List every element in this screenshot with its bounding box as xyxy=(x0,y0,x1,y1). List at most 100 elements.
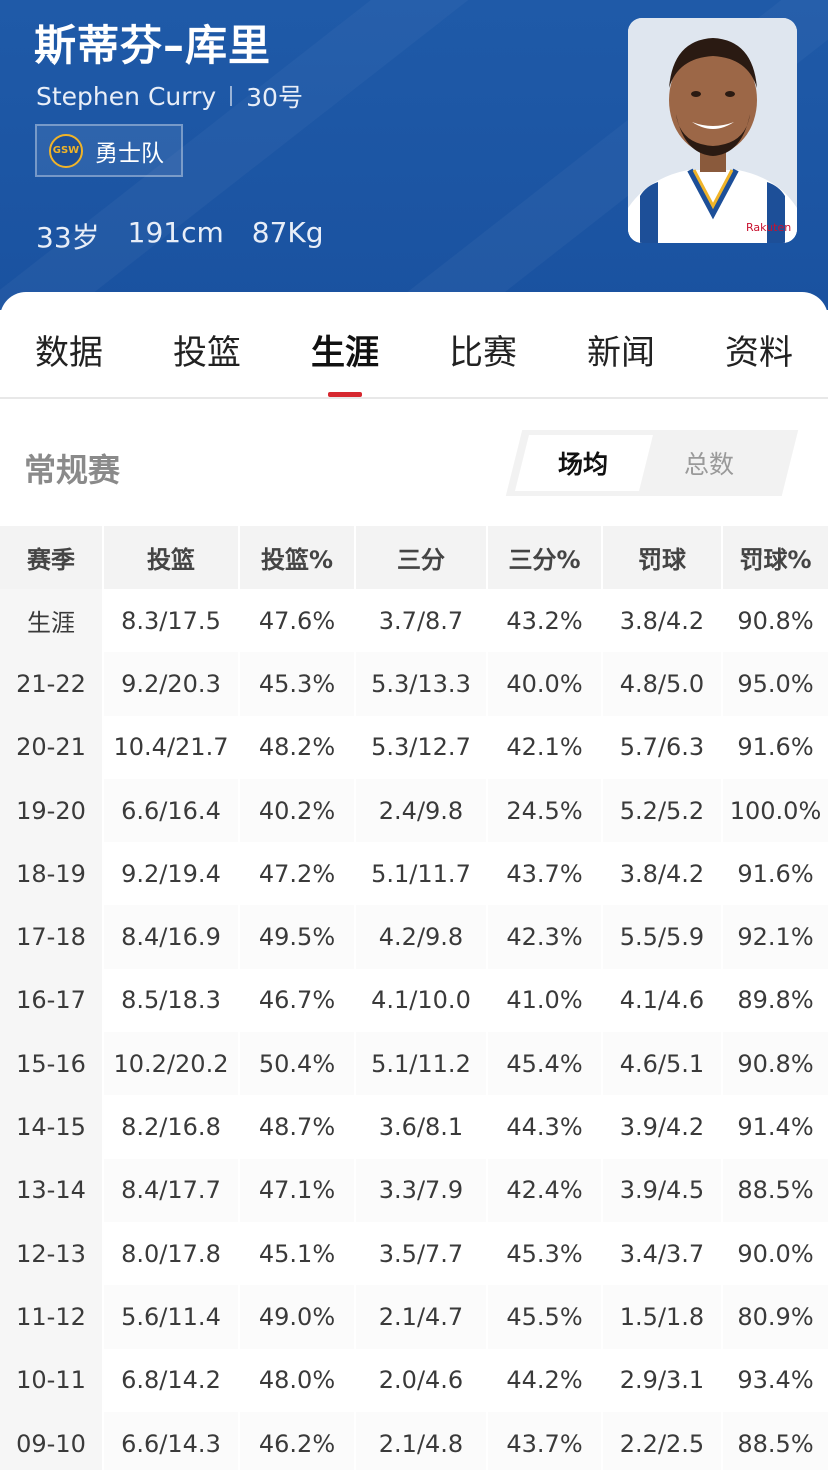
table-row: 11-12 5.6/11.4 49.0% 2.1/4.7 45.5% 1.5/1.8 80.… xyxy=(0,1285,828,1349)
stat-cell: 10.2/20.2 xyxy=(104,1032,240,1096)
stat-cell: 3.7/8.7 xyxy=(356,589,488,653)
toggle-per-game[interactable]: 场均 xyxy=(558,445,608,481)
stat-cell: 8.4/17.7 xyxy=(104,1158,240,1222)
stat-cell: 3.6/8.1 xyxy=(356,1095,488,1159)
tab-bar: 数据 投篮 生涯 比赛 新闻 资料 xyxy=(0,292,828,399)
svg-text:Rakuten: Rakuten xyxy=(746,221,791,234)
stat-cell: 47.2% xyxy=(240,842,356,906)
season-cell: 16-17 xyxy=(0,968,104,1033)
stat-cell: 2.0/4.6 xyxy=(356,1348,488,1412)
stat-cell: 88.5% xyxy=(723,1411,828,1470)
season-cell: 18-19 xyxy=(0,842,104,906)
tab-profile[interactable]: 资料 xyxy=(690,292,828,397)
stat-cell: 9.2/20.3 xyxy=(104,652,240,716)
player-subtitle: Stephen Curry 30号 xyxy=(36,78,303,114)
tab-games[interactable]: 比赛 xyxy=(414,292,552,397)
player-measurements: 33岁 191cm 87Kg xyxy=(36,216,324,256)
stat-cell: 92.1% xyxy=(723,905,828,969)
table-row: 19-20 6.6/16.4 40.2% 2.4/9.8 24.5% 5.2/5.2 100… xyxy=(0,778,828,843)
stat-cell: 3.9/4.5 xyxy=(603,1158,723,1222)
stat-cell: 6.8/14.2 xyxy=(104,1348,240,1412)
stat-cell: 10.4/21.7 xyxy=(104,715,240,779)
stat-cell: 4.2/9.8 xyxy=(356,905,488,969)
stat-cell: 44.2% xyxy=(488,1348,603,1412)
stat-mode-toggle[interactable]: 场均 总数 xyxy=(505,430,799,496)
stat-cell: 8.4/16.9 xyxy=(104,905,240,969)
stat-cell: 42.3% xyxy=(488,905,603,969)
stat-cell: 41.0% xyxy=(488,968,603,1033)
table-row: 14-15 8.2/16.8 48.7% 3.6/8.1 44.3% 3.9/4.2 91.… xyxy=(0,1095,828,1159)
season-cell: 生涯 xyxy=(0,589,104,653)
team-logo-icon: GSW xyxy=(49,133,83,168)
column-header: 三分 xyxy=(356,526,488,589)
table-row: 16-17 8.5/18.3 46.7% 4.1/10.0 41.0% 4.1/4.6 89… xyxy=(0,968,828,1033)
table-row: 15-16 10.2/20.2 50.4% 5.1/11.2 45.4% 4.6/5.1 9… xyxy=(0,1032,828,1096)
team-chip[interactable]: GSW 勇士队 xyxy=(35,124,183,177)
tab-data[interactable]: 数据 xyxy=(0,292,138,397)
player-portrait-icon: Rakuten xyxy=(628,18,797,243)
stat-cell: 45.4% xyxy=(488,1032,603,1096)
stat-cell: 5.7/6.3 xyxy=(603,715,723,779)
stat-cell: 47.6% xyxy=(240,589,356,653)
toggle-totals[interactable]: 总数 xyxy=(684,445,734,481)
season-cell: 15-16 xyxy=(0,1032,104,1096)
column-header: 赛季 xyxy=(0,526,104,589)
stat-cell: 3.3/7.9 xyxy=(356,1158,488,1222)
stat-cell: 43.7% xyxy=(488,1411,603,1470)
table-row: 生涯 8.3/17.5 47.6% 3.7/8.7 43.2% 3.8/4.2 90.8% xyxy=(0,589,828,653)
stat-cell: 45.3% xyxy=(240,652,356,716)
stat-cell: 89.8% xyxy=(723,968,828,1033)
stat-cell: 4.1/4.6 xyxy=(603,968,723,1033)
stat-cell: 90.8% xyxy=(723,589,828,653)
tab-news[interactable]: 新闻 xyxy=(552,292,690,397)
career-stats-table: 赛季 投篮 投篮% 三分 三分% 罚球 罚球% 生涯 8.3/17.5 47.6% 3.7/8.7… xyxy=(0,526,828,1470)
stat-cell: 2.9/3.1 xyxy=(603,1348,723,1412)
stat-cell: 3.8/4.2 xyxy=(603,842,723,906)
table-body: 生涯 8.3/17.5 47.6% 3.7/8.7 43.2% 3.8/4.2 90.8% 2… xyxy=(0,589,828,1470)
stat-cell: 2.1/4.7 xyxy=(356,1285,488,1349)
stat-cell: 5.3/13.3 xyxy=(356,652,488,716)
stat-cell: 24.5% xyxy=(488,778,603,843)
player-photo: Rakuten xyxy=(628,18,797,243)
table-row: 17-18 8.4/16.9 49.5% 4.2/9.8 42.3% 5.5/5.9 92.… xyxy=(0,905,828,969)
stat-cell: 46.7% xyxy=(240,968,356,1033)
section-title: 常规赛 xyxy=(24,451,121,489)
tab-shooting[interactable]: 投篮 xyxy=(138,292,276,397)
stat-cell: 40.0% xyxy=(488,652,603,716)
player-height: 191cm xyxy=(127,216,224,249)
table-row: 20-21 10.4/21.7 48.2% 5.3/12.7 42.1% 5.7/6.3 9… xyxy=(0,715,828,779)
stat-cell: 8.5/18.3 xyxy=(104,968,240,1033)
stat-cell: 5.5/5.9 xyxy=(603,905,723,969)
season-cell: 17-18 xyxy=(0,905,104,969)
player-weight: 87Kg xyxy=(251,216,324,249)
stat-cell: 88.5% xyxy=(723,1158,828,1222)
stat-cell: 8.2/16.8 xyxy=(104,1095,240,1159)
stat-cell: 90.0% xyxy=(723,1221,828,1286)
stat-cell: 48.7% xyxy=(240,1095,356,1159)
stat-cell: 2.1/4.8 xyxy=(356,1411,488,1470)
stat-cell: 5.1/11.2 xyxy=(356,1032,488,1096)
stat-cell: 4.1/10.0 xyxy=(356,968,488,1033)
column-header: 投篮 xyxy=(104,526,240,589)
stat-cell: 5.6/11.4 xyxy=(104,1285,240,1349)
season-cell: 19-20 xyxy=(0,778,104,843)
stat-cell: 2.2/2.5 xyxy=(603,1411,723,1470)
stat-cell: 40.2% xyxy=(240,778,356,843)
content-card: 数据 投篮 生涯 比赛 新闻 资料 常规赛 场均 总数 赛季 投篮 投篮% 三分 三分%… xyxy=(0,292,828,1470)
season-cell: 11-12 xyxy=(0,1285,104,1349)
stat-cell: 4.6/5.1 xyxy=(603,1032,723,1096)
season-cell: 21-22 xyxy=(0,652,104,716)
stat-cell: 6.6/16.4 xyxy=(104,778,240,843)
stat-cell: 5.1/11.7 xyxy=(356,842,488,906)
column-header: 罚球 xyxy=(603,526,723,589)
player-number: 30号 xyxy=(246,83,303,112)
column-header: 投篮% xyxy=(240,526,356,589)
stat-cell: 3.5/7.7 xyxy=(356,1221,488,1286)
stat-cell: 47.1% xyxy=(240,1158,356,1222)
stat-cell: 3.8/4.2 xyxy=(603,589,723,653)
season-cell: 14-15 xyxy=(0,1095,104,1159)
stat-cell: 90.8% xyxy=(723,1032,828,1096)
tab-career[interactable]: 生涯 xyxy=(276,292,414,397)
player-name: 斯蒂芬–库里 xyxy=(34,21,272,70)
stat-cell: 91.6% xyxy=(723,842,828,906)
